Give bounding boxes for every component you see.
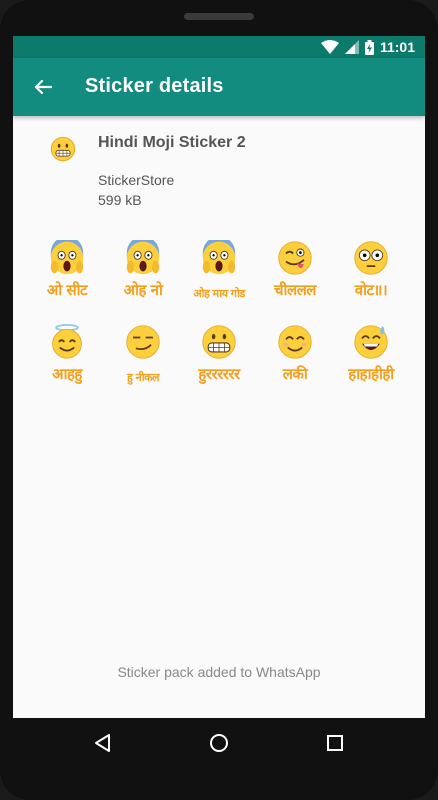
recents-square-icon <box>327 735 343 751</box>
grimacing-face-icon <box>50 136 76 162</box>
sticker-caption: ओह माय गोड <box>193 287 245 300</box>
battery-charging-icon <box>364 39 374 55</box>
speaker-grille <box>184 13 254 20</box>
status-time: 11:01 <box>379 39 415 55</box>
nav-recents-button[interactable] <box>320 728 350 758</box>
halo-face-icon <box>52 324 82 359</box>
sticker-item[interactable]: ओह नो <box>105 236 181 320</box>
sticker-item[interactable]: लकी <box>257 320 333 404</box>
sticker-caption: ओ सीट <box>46 281 88 299</box>
home-circle-icon <box>210 734 228 752</box>
grimacing-face-icon <box>202 325 236 359</box>
flushed-face-icon <box>354 241 388 275</box>
sticker-caption: चीललल <box>274 281 316 299</box>
sticker-item[interactable]: हु नीकल <box>105 320 181 404</box>
sticker-item[interactable]: ओह माय गोड <box>181 236 257 320</box>
sticker-caption: हाहाहीही <box>348 365 394 383</box>
winking-tongue-face-icon <box>278 241 312 275</box>
screaming-face-icon <box>50 240 84 275</box>
sticker-item[interactable]: वोट॥। <box>333 236 409 320</box>
status-bar: 11:01 <box>13 36 425 58</box>
pack-size: 599 kB <box>98 192 142 208</box>
sticker-caption: आहहु <box>52 365 82 383</box>
sticker-item[interactable]: आहहु <box>29 320 105 404</box>
sticker-caption: हुरररररर <box>198 365 240 383</box>
sticker-item[interactable]: हाहाहीही <box>333 320 409 404</box>
screaming-face-icon <box>126 240 160 275</box>
screen: 11:01 Sticker details Hindi Moji Sticker… <box>13 36 425 718</box>
sticker-grid: ओ सीट ओह नो ओह माय गोड चीललल वोट॥। आहहु … <box>29 236 409 404</box>
added-to-whatsapp-note: Sticker pack added to WhatsApp <box>117 664 321 680</box>
status-icons: 11:01 <box>320 38 415 56</box>
sticker-item[interactable]: चीललल <box>257 236 333 320</box>
sticker-item[interactable]: हुरररररर <box>181 320 257 404</box>
device-frame: 11:01 Sticker details Hindi Moji Sticker… <box>0 0 438 800</box>
sticker-caption: हु नीकल <box>126 371 160 384</box>
back-triangle-icon <box>95 734 110 752</box>
wifi-icon <box>320 40 339 54</box>
arrow-back-icon <box>34 79 52 95</box>
sticker-item[interactable]: ओ सीट <box>29 236 105 320</box>
smiling-face-icon <box>278 325 312 359</box>
screaming-face-icon <box>202 240 236 275</box>
nav-home-button[interactable] <box>204 728 234 758</box>
sticker-caption: वोट॥। <box>354 281 388 299</box>
signal-icon <box>344 40 359 54</box>
nav-back-button[interactable] <box>88 728 118 758</box>
system-nav-bar <box>0 718 438 768</box>
pack-name: Hindi Moji Sticker 2 <box>98 134 246 151</box>
page-title: Sticker details <box>85 75 224 97</box>
pack-publisher: StickerStore <box>98 172 175 188</box>
app-bar: Sticker details <box>13 58 425 116</box>
sticker-caption: लकी <box>282 365 308 383</box>
sticker-caption: ओह नो <box>123 281 163 299</box>
back-button[interactable] <box>27 71 59 103</box>
smirk-face-icon <box>126 325 160 359</box>
sweat-smile-face-icon <box>354 325 388 359</box>
